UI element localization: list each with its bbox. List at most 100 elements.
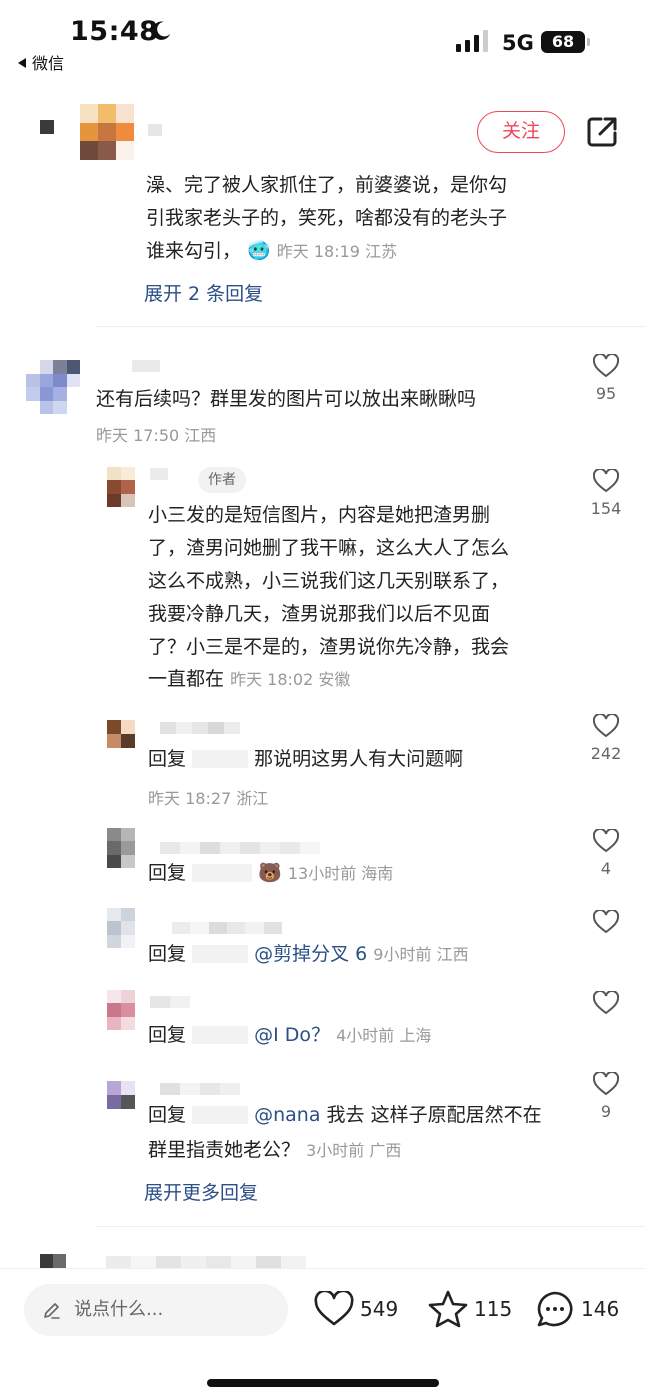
like-button[interactable]: 154	[584, 469, 628, 518]
username-pixelated	[192, 945, 249, 963]
divider	[96, 326, 645, 327]
reply-prefix: 回复	[148, 1024, 187, 1046]
username-pixelated	[150, 468, 168, 480]
battery-indicator: 68	[541, 31, 591, 53]
like-count: 242	[590, 744, 622, 763]
share-icon[interactable]	[584, 114, 620, 150]
star-icon	[428, 1290, 468, 1328]
heart-icon	[593, 829, 619, 853]
expand-replies-link[interactable]: 展开 2 条回复	[144, 279, 263, 306]
divider	[96, 1226, 645, 1227]
expand-more-replies-link[interactable]: 展开更多回复	[144, 1178, 258, 1205]
heart-icon	[593, 1072, 619, 1096]
reply-text: 我去 这样子原配居然不在	[326, 1104, 542, 1126]
back-to-app-link[interactable]: 微信	[18, 50, 64, 74]
username-pixelated	[192, 864, 253, 882]
reply-text-line: 回复 @剪掉分叉 6 9小时前 江西	[148, 938, 469, 971]
reply-meta: 13小时前 海南	[287, 864, 394, 883]
reply-prefix: 回复	[148, 862, 187, 884]
like-count: 549	[360, 1297, 399, 1321]
author-badge: 作者	[198, 467, 246, 493]
comment-input[interactable]: 说点什么...	[24, 1284, 288, 1336]
comment-text-end: 谁来勾引，	[146, 240, 242, 262]
reply-text-end: 一直都在	[148, 668, 225, 690]
reply-text-line: 回复 @I Do？ 4小时前 上海	[148, 1019, 431, 1052]
username-pixelated	[160, 842, 320, 854]
reply-meta: 昨天 18:02 安徽	[230, 670, 351, 689]
like-count: 95	[595, 384, 617, 403]
bottom-bar: 说点什么... 549 115 146	[0, 1268, 645, 1399]
comment-meta: 昨天 17:50 江西	[96, 426, 217, 445]
home-indicator[interactable]	[207, 1379, 439, 1387]
pencil-icon	[44, 1303, 60, 1319]
reply-text-line: 回复 🐻 13小时前 海南	[148, 857, 393, 890]
back-arrow-icon	[18, 58, 26, 68]
follow-button[interactable]: 关注	[477, 111, 565, 153]
comment-text-line: 引我家老头子的，笑死，啥都没有的老头子	[146, 207, 508, 229]
avatar[interactable]	[107, 720, 135, 748]
mention-link[interactable]: @I Do？	[254, 1024, 330, 1046]
avatar[interactable]	[40, 1254, 66, 1268]
like-count: 154	[590, 499, 622, 518]
username-pixelated	[192, 1106, 249, 1124]
like-button[interactable]: 9	[584, 1072, 628, 1121]
heart-icon	[314, 1291, 354, 1326]
heart-icon	[593, 910, 619, 934]
reply-prefix: 回复	[148, 1104, 187, 1126]
back-app-label: 微信	[32, 54, 65, 73]
reply-meta: 昨天 18:27 浙江	[148, 789, 269, 808]
like-button[interactable]: 95	[584, 354, 628, 403]
battery-level: 68	[541, 31, 585, 53]
reply-meta: 9小时前 江西	[373, 945, 469, 964]
heart-icon	[593, 469, 619, 493]
reply-text-line: 小三发的是短信图片，内容是她把渣男删	[148, 504, 491, 526]
username-pixelated	[106, 1256, 306, 1268]
pixelated-icon	[40, 120, 54, 134]
avatar[interactable]	[26, 360, 80, 414]
reply-text-line: 一直都在 昨天 18:02 安徽	[148, 663, 350, 696]
comment-button[interactable]: 146	[535, 1289, 619, 1329]
signal-icon	[456, 30, 488, 52]
avatar[interactable]	[107, 467, 135, 507]
comment-input-placeholder: 说点什么...	[74, 1299, 164, 1320]
like-post-button[interactable]: 549	[314, 1289, 398, 1329]
reply-text-end: 群里指责她老公？	[148, 1139, 301, 1161]
mention-link[interactable]: @nana	[254, 1104, 320, 1126]
username-pixelated	[132, 360, 160, 372]
emoji: 🥶	[247, 240, 271, 262]
like-button[interactable]	[584, 910, 628, 934]
heart-icon	[593, 354, 619, 378]
username-pixelated	[160, 722, 240, 734]
comment-count: 146	[581, 1297, 620, 1321]
like-button[interactable]: 4	[584, 829, 628, 878]
emoji: 🐻	[258, 862, 282, 884]
like-button[interactable]	[584, 991, 628, 1015]
avatar[interactable]	[80, 104, 134, 160]
reply-text-line: 我要冷静几天，渣男说那我们以后不见面	[148, 603, 491, 625]
avatar[interactable]	[107, 908, 135, 948]
network-type: 5G	[502, 31, 534, 55]
avatar[interactable]	[107, 990, 135, 1030]
heart-icon	[593, 991, 619, 1015]
comment-text-line: 澡、完了被人家抓住了，前婆婆说，是你勾	[146, 174, 508, 196]
reply-text-line: 这么不成熟，小三说我们这几天别联系了，	[148, 570, 510, 592]
username-pixelated	[192, 1026, 249, 1044]
reply-meta: 4小时前 上海	[336, 1026, 432, 1045]
username-pixelated	[160, 1083, 240, 1095]
mention-link[interactable]: @剪掉分叉 6	[254, 943, 367, 965]
reply-text-line: 回复 那说明这男人有大问题啊	[148, 743, 463, 776]
reply-prefix: 回复	[148, 748, 187, 770]
username-pixelated	[192, 750, 249, 768]
collect-button[interactable]: 115	[428, 1289, 512, 1329]
collect-count: 115	[474, 1297, 513, 1321]
like-button[interactable]: 242	[584, 714, 628, 763]
avatar[interactable]	[107, 828, 135, 868]
like-count: 9	[600, 1102, 612, 1121]
username-pixelated	[150, 996, 190, 1008]
reply-text-line: 了，渣男问她删了我干嘛，这么大人了怎么	[148, 537, 510, 559]
comment-text-line: 谁来勾引， 🥶 昨天 18:19 江苏	[146, 235, 397, 268]
chat-icon	[537, 1291, 573, 1327]
reply-text-line: 了？小三是不是的，渣男说你先冷静，我会	[148, 636, 510, 658]
avatar[interactable]	[107, 1081, 135, 1109]
reply-text: 那说明这男人有大问题啊	[254, 748, 464, 770]
